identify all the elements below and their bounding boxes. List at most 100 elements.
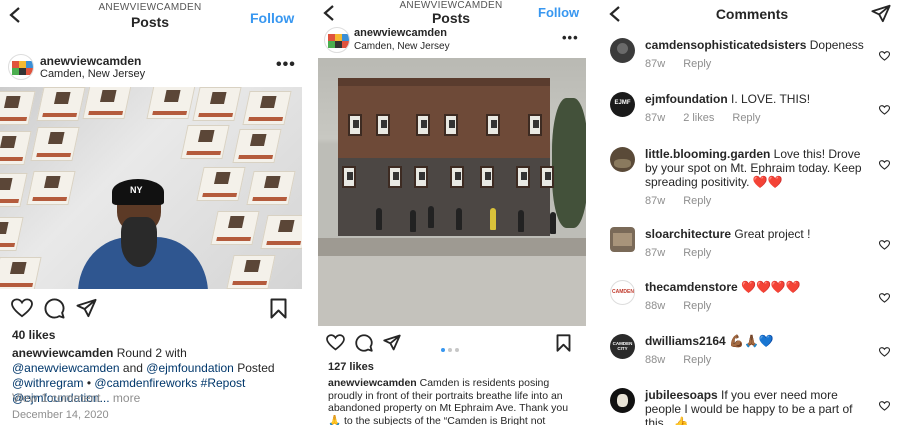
sidewalk	[318, 238, 586, 256]
page-title: Posts	[431, 10, 471, 26]
caption-text: and	[119, 361, 147, 375]
avatar[interactable]	[8, 54, 34, 80]
window-portrait	[516, 166, 530, 188]
comment-meta: 88w Reply	[645, 353, 870, 367]
reply-button[interactable]: Reply	[732, 112, 760, 124]
comment-body: dwilliams2164 💪🏾🙏🏾💙 88w Reply	[645, 334, 870, 367]
likes-count[interactable]: 40 likes	[12, 328, 55, 342]
person	[376, 208, 382, 230]
page-title: Comments	[715, 6, 789, 22]
window-portrait	[342, 166, 356, 188]
avatar[interactable]	[610, 38, 635, 63]
comment-username[interactable]: sloarchitecture	[645, 227, 731, 241]
avatar[interactable]	[324, 27, 350, 53]
heart-icon[interactable]	[878, 102, 891, 120]
heart-icon[interactable]	[878, 237, 891, 255]
caption-mention[interactable]: @anewviewcamden	[12, 361, 120, 375]
person	[550, 212, 556, 234]
post-date: December 14, 2020	[12, 409, 109, 421]
comment-text: Dopeness	[806, 38, 864, 52]
comment-icon[interactable]	[355, 334, 373, 357]
share-icon[interactable]	[76, 298, 97, 323]
direct-message-icon[interactable]	[871, 4, 891, 28]
more-link[interactable]: more	[110, 391, 140, 405]
comment-username[interactable]: camdensophisticatedsisters	[645, 38, 806, 52]
avatar[interactable]	[610, 147, 635, 172]
caption-text: •	[83, 376, 95, 390]
comment-username[interactable]: dwilliams2164	[645, 334, 726, 348]
avatar[interactable]	[610, 227, 635, 252]
reply-button[interactable]: Reply	[683, 354, 711, 366]
avatar[interactable]: CAMDEN CITY	[610, 334, 635, 359]
post-image[interactable]: NY	[0, 87, 302, 289]
reply-button[interactable]: Reply	[683, 247, 711, 259]
heart-icon[interactable]	[878, 290, 891, 308]
comment-username[interactable]: little.blooming.garden	[645, 147, 770, 161]
poster	[180, 125, 230, 159]
reply-button[interactable]: Reply	[683, 300, 711, 312]
caption-hashtag[interactable]: #Repost	[201, 376, 246, 390]
post-location[interactable]: Camden, New Jersey	[40, 68, 145, 80]
back-arrow-icon[interactable]	[322, 4, 336, 26]
caption-text: Round 2 with	[113, 346, 187, 360]
person-cap: NY	[112, 179, 164, 205]
comment-icon[interactable]	[44, 298, 65, 324]
poster	[246, 171, 296, 205]
poster	[242, 91, 292, 125]
poster	[0, 217, 24, 251]
poster	[82, 87, 132, 119]
more-options-icon[interactable]: •••	[276, 56, 296, 74]
person	[456, 208, 462, 230]
comment-likes[interactable]: 2 likes	[683, 112, 714, 124]
window-portrait	[528, 114, 542, 136]
reply-button[interactable]: Reply	[683, 58, 711, 70]
poster	[146, 87, 196, 119]
comment-username[interactable]: jubileesoaps	[645, 388, 718, 402]
person-beard	[121, 217, 157, 267]
bookmark-icon[interactable]	[270, 298, 287, 324]
heart-icon[interactable]	[878, 398, 891, 416]
reply-button[interactable]: Reply	[683, 195, 711, 207]
heart-icon[interactable]	[326, 334, 345, 356]
heart-icon[interactable]	[11, 298, 33, 323]
poster	[0, 131, 32, 165]
window-portrait	[348, 114, 362, 136]
avatar[interactable]	[610, 388, 635, 413]
comment-text: I. LOVE. THIS!	[727, 92, 811, 106]
more-options-icon[interactable]: •••	[562, 30, 579, 45]
avatar[interactable]: CAMDEN	[610, 280, 635, 305]
caption-mention[interactable]: @ejmfoundation	[146, 361, 234, 375]
post-username[interactable]: anewviewcamden	[40, 54, 141, 68]
comment-time: 87w	[645, 112, 666, 124]
post-username[interactable]: anewviewcamden	[354, 27, 447, 39]
share-icon[interactable]	[383, 334, 401, 356]
comment-body: sloarchitecture Great project ! 87w Reply	[645, 227, 870, 260]
poster	[30, 127, 80, 161]
header-account-label: ANEWVIEWCAMDEN	[98, 2, 202, 13]
caption-mention[interactable]: @camdenfireworks	[94, 376, 197, 390]
comment-username[interactable]: ejmfoundation	[645, 92, 728, 106]
follow-button[interactable]: Follow	[250, 10, 294, 26]
comment-time: 87w	[645, 195, 666, 207]
caption-text: Posted	[233, 361, 275, 375]
likes-count[interactable]: 127 likes	[328, 361, 374, 373]
back-arrow-icon[interactable]	[608, 5, 622, 27]
back-arrow-icon[interactable]	[8, 6, 22, 28]
window-portrait	[388, 166, 402, 188]
caption-username[interactable]: anewviewcamden	[12, 346, 113, 360]
heart-icon[interactable]	[878, 344, 891, 362]
bookmark-icon[interactable]	[556, 334, 571, 357]
caption-mention[interactable]: @withregram	[12, 376, 84, 390]
caption-username[interactable]: anewviewcamden	[328, 377, 417, 389]
view-comments-link[interactable]: View 1 comment	[12, 391, 100, 405]
comment-username[interactable]: thecamdenstore	[645, 280, 738, 294]
comment-time: 88w	[645, 300, 666, 312]
follow-button[interactable]: Follow	[538, 5, 579, 20]
post-location[interactable]: Camden, New Jersey	[354, 41, 450, 52]
heart-icon[interactable]	[878, 48, 891, 66]
person	[410, 210, 416, 232]
avatar[interactable]: EJMF	[610, 92, 635, 117]
heart-icon[interactable]	[878, 157, 891, 175]
window-portrait	[480, 166, 494, 188]
post-image[interactable]	[318, 58, 586, 326]
